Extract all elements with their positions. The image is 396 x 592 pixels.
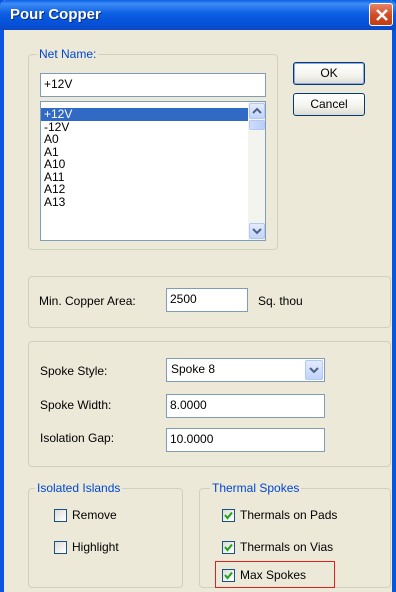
cancel-button-label: Cancel	[310, 97, 348, 111]
window-title: Pour Copper	[10, 6, 101, 23]
checkmark-icon	[224, 511, 233, 520]
max-spokes-checkbox[interactable]: Max Spokes	[222, 568, 306, 582]
chevron-up-icon	[252, 107, 262, 114]
min-copper-label: Min. Copper Area:	[39, 294, 136, 308]
list-item[interactable]: A11	[41, 170, 265, 184]
net-list[interactable]: +12V -12V A0 A1 A10 A11 A12 A13	[40, 101, 266, 241]
max-spokes-label: Max Spokes	[240, 568, 307, 582]
checkbox-box[interactable]	[54, 508, 67, 522]
pour-copper-dialog: Pour Copper Net Name: +12V +12V -12V A0 …	[0, 0, 396, 592]
isolation-gap-input[interactable]: 10.0000	[166, 428, 325, 452]
thermals-on-vias-checkbox[interactable]: Thermals on Vias	[222, 540, 333, 554]
remove-label: Remove	[72, 508, 117, 522]
thermals-on-vias-label: Thermals on Vias	[240, 540, 334, 554]
scroll-up-button[interactable]	[249, 103, 265, 119]
isolated-islands-group: Isolated Islands	[28, 481, 183, 588]
isolation-gap-label: Isolation Gap:	[40, 431, 115, 445]
checkmark-icon	[224, 543, 233, 552]
spoke-style-value: Spoke 8	[171, 362, 216, 376]
thermals-on-pads-label: Thermals on Pads	[240, 508, 338, 522]
checkbox-box[interactable]	[222, 540, 235, 554]
checkbox-box[interactable]	[222, 508, 235, 522]
remove-checkbox[interactable]: Remove	[54, 508, 117, 522]
list-scrollbar[interactable]	[248, 102, 265, 240]
chevron-down-icon	[309, 367, 319, 374]
net-name-label: Net Name:	[37, 47, 99, 61]
isolated-islands-label: Isolated Islands	[35, 481, 123, 495]
list-item[interactable]: A10	[41, 158, 265, 171]
list-item[interactable]: A0	[41, 133, 265, 146]
list-item[interactable]: A1	[41, 145, 265, 159]
ok-button-label: OK	[320, 66, 338, 80]
checkbox-box[interactable]	[54, 540, 67, 554]
close-icon	[376, 9, 388, 21]
ok-button[interactable]: OK	[293, 62, 365, 85]
dropdown-button[interactable]	[305, 360, 323, 380]
min-copper-unit: Sq. thou	[258, 294, 303, 308]
scroll-thumb[interactable]	[249, 120, 265, 130]
spoke-width-input[interactable]: 8.0000	[166, 394, 325, 418]
scroll-down-button[interactable]	[249, 223, 265, 239]
min-copper-input[interactable]: 2500	[166, 288, 248, 312]
list-item[interactable]: A13	[41, 195, 265, 209]
list-item[interactable]: +12V	[41, 108, 265, 121]
highlight-checkbox[interactable]: Highlight	[54, 540, 119, 554]
close-button[interactable]	[369, 3, 393, 26]
highlight-label: Highlight	[72, 540, 119, 554]
spoke-style-label: Spoke Style:	[40, 364, 108, 378]
checkmark-icon	[224, 571, 233, 580]
net-name-input[interactable]: +12V	[40, 73, 266, 97]
cancel-button[interactable]: Cancel	[293, 93, 365, 116]
title-bar[interactable]: Pour Copper	[0, 0, 396, 30]
chevron-down-icon	[252, 228, 262, 235]
spoke-width-label: Spoke Width:	[40, 398, 112, 412]
spoke-style-select[interactable]: Spoke 8	[166, 358, 325, 382]
list-item[interactable]: -12V	[41, 120, 265, 134]
list-item[interactable]: A12	[41, 183, 265, 196]
checkbox-box[interactable]	[222, 568, 235, 582]
thermals-on-pads-checkbox[interactable]: Thermals on Pads	[222, 508, 337, 522]
thermal-spokes-label: Thermal Spokes	[210, 481, 302, 495]
